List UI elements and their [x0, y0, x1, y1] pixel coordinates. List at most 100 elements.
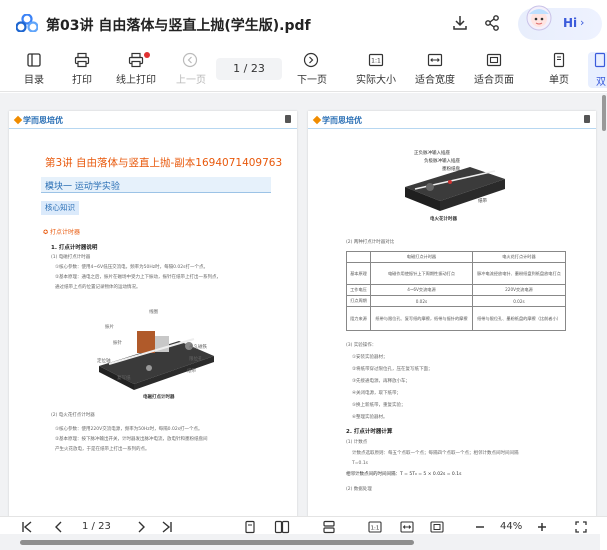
figure-label: 振片 [105, 325, 114, 330]
document-viewport[interactable]: 学而思培优 第3讲 自由落体与竖直上抛-副本1694071409763 模块一 … [0, 93, 607, 516]
paragraph-line: ⑥整理实验器材。 [352, 415, 388, 420]
paragraph-line: (1) 计数点 [346, 440, 368, 445]
fit-page-small-icon[interactable] [430, 520, 444, 534]
table-row: 阻力来源 纸带与限位孔、复写纸的摩擦，纸带与振针的摩擦 纸带与限位孔、墨粉纸盘的… [346, 306, 567, 331]
paragraph-line: ④关闭电源，取下纸带； [352, 391, 402, 396]
print-button[interactable]: 打印 [70, 52, 94, 90]
actual-size-small-icon[interactable]: 1:1 [368, 520, 382, 534]
figure-label: 纸带 [478, 199, 487, 204]
single-page-label: 单页 [549, 75, 569, 86]
fit-page-label: 适合页面 [474, 75, 514, 86]
prev-page-small-icon[interactable] [52, 520, 66, 534]
single-page-icon [553, 52, 565, 68]
page-number-input[interactable]: 1 / 23 [216, 58, 282, 80]
vertical-scrollbar-thumb[interactable] [602, 95, 606, 131]
paragraph-line: 通过纸带上点的位置记录物体的运动情况。 [55, 285, 141, 290]
continuous-scroll-icon[interactable] [322, 520, 336, 534]
first-page-icon[interactable] [20, 520, 34, 534]
table-of-contents-icon [27, 53, 41, 67]
prev-page-icon [182, 52, 198, 68]
paragraph-line: 产生火花放电，于是在纸带上打出一系列的点。 [55, 447, 150, 452]
table-row: 打点周期 0.02s 0.02s [346, 295, 567, 307]
brand-logo: 学而思培优 [13, 115, 63, 126]
zoom-level[interactable]: 44% [500, 521, 522, 532]
actual-size-label: 实际大小 [356, 75, 396, 86]
figure-label: 线圈 [149, 310, 158, 315]
fit-width-small-icon[interactable] [400, 520, 414, 534]
download-icon[interactable] [451, 14, 469, 32]
online-print-icon [128, 52, 144, 68]
subsection-heading: 1. 打点计时器说明 [51, 245, 98, 251]
single-page-button[interactable]: 单页 [545, 52, 573, 90]
online-print-button[interactable]: 线上打印 [116, 52, 156, 90]
paragraph-line: ①安装实验器材； [352, 355, 388, 360]
figure-label: 永久磁铁 [189, 345, 207, 350]
paragraph-line: ②基本原理：按下脉冲输出开关，计时器发出脉冲电流，放电针和墨粉纸盘间 [55, 437, 208, 442]
bottom-toolbar: 1 / 23 1:1 44% [0, 516, 607, 536]
next-page-button[interactable]: 下一页 [297, 52, 327, 90]
notification-dot [144, 52, 150, 58]
paragraph-line: ②基本原理：通电之后，振片在磁场中受力上下振动，振针在纸带上打出一系列点， [55, 275, 222, 280]
paragraph-line: ①核心参数：使用220V交流电源，频率为50Hz时，每隔0.02s打一个点。 [55, 427, 203, 432]
horizontal-scrollbar[interactable] [0, 534, 600, 550]
paragraph-line: ⑤换上新纸带，重复实验； [352, 403, 406, 408]
ai-assistant-label: Hi [563, 16, 578, 30]
brand-logo: 学而思培优 [312, 115, 362, 126]
toolbar: 目录 打印 线上打印 上一页 1 / 23 下一页 1:1 实际大小 适合宽度 … [0, 48, 607, 92]
ai-assistant-button[interactable]: Hi › [518, 5, 602, 40]
paragraph-line: (2) 数据处理 [346, 487, 372, 492]
double-page-button[interactable]: 双 [588, 52, 607, 88]
fit-page-button[interactable]: 适合页面 [474, 52, 514, 90]
svg-text:1:1: 1:1 [371, 526, 380, 532]
title-bar: 第03讲 自由落体与竖直上抛(学生版).pdf Hi › [0, 0, 607, 46]
module-heading: 模块一 运动学实验 [41, 177, 271, 193]
share-icon[interactable] [483, 14, 501, 32]
double-page-view-icon[interactable] [274, 520, 290, 534]
toc-label: 目录 [24, 75, 44, 86]
paragraph-line: ③先接通电源，再释放小车； [352, 379, 411, 384]
fit-width-button[interactable]: 适合宽度 [415, 52, 455, 90]
paragraph-line: (1) 电磁打点计时器 [51, 255, 91, 260]
document-title: 第03讲 自由落体与竖直上抛(学生版).pdf [46, 18, 311, 34]
subsection-heading: 2. 打点计时器计算 [346, 429, 393, 435]
paragraph-line: ②将纸带穿过限位孔，压在复写纸下面； [352, 367, 433, 372]
bookmark-icon [584, 115, 590, 123]
next-page-label: 下一页 [297, 75, 327, 86]
prev-page-button[interactable]: 上一页 [176, 52, 206, 90]
paragraph-line: (3) 实验操作： [346, 343, 377, 348]
ai-assistant-avatar-icon [526, 5, 552, 31]
paragraph-line: ①核心参数：使用4~6V低压交流电，频率为50Hz时，每隔0.02s打一个点。 [55, 265, 208, 270]
toc-button[interactable]: 目录 [22, 52, 46, 90]
online-print-label: 线上打印 [116, 75, 156, 86]
next-page-small-icon[interactable] [134, 520, 148, 534]
comparison-table: 电磁打点计时器 电火花打点计时器 基本原理 电磁作用使振针上下周期性振动打点 脉… [346, 251, 567, 331]
bottom-page-indicator[interactable]: 1 / 23 [82, 521, 111, 532]
app-logo-icon [16, 14, 38, 32]
chevron-right-icon: › [580, 16, 585, 29]
page-header: 学而思培优 [308, 111, 596, 129]
figure-label: 墨粉纸盘 [442, 167, 460, 172]
horizontal-scrollbar-thumb[interactable] [20, 540, 414, 545]
pdf-page-left: 学而思培优 第3讲 自由落体与竖直上抛-副本1694071409763 模块一 … [9, 111, 297, 516]
fit-width-label: 适合宽度 [415, 75, 455, 86]
zoom-in-icon[interactable] [536, 520, 548, 534]
figure-label: 振针 [113, 341, 122, 346]
lesson-title: 第3讲 自由落体与竖直上抛-副本1694071409763 [45, 157, 283, 169]
double-page-icon [594, 52, 606, 68]
zoom-out-icon[interactable] [474, 520, 486, 534]
actual-size-button[interactable]: 1:1 实际大小 [356, 52, 396, 90]
fullscreen-icon[interactable] [574, 520, 588, 534]
single-page-view-icon[interactable] [243, 520, 257, 534]
figure-label: 限位孔 [189, 357, 203, 362]
fit-width-icon [427, 53, 443, 67]
fit-page-icon [486, 53, 502, 67]
figure-label: 复写纸 [117, 376, 131, 381]
table-row: 电磁打点计时器 电火花打点计时器 [346, 251, 567, 263]
double-page-label: 双 [596, 77, 606, 88]
table-row: 工作电压 4~6V交流电源 220V交流电源 [346, 284, 567, 296]
print-label: 打印 [72, 75, 92, 86]
core-knowledge-tag: 核心知识 [41, 201, 79, 215]
vertical-scrollbar[interactable] [600, 93, 607, 516]
last-page-icon[interactable] [160, 520, 174, 534]
table-caption: (2) 两种打点计时器对比 [346, 240, 395, 245]
